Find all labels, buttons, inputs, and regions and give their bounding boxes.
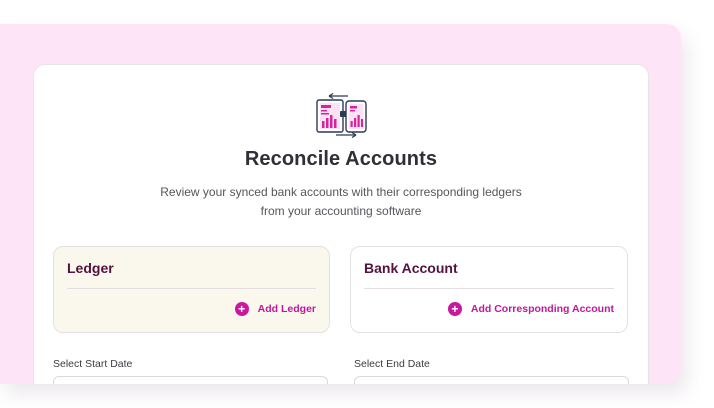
- reconcile-devices-icon: [316, 92, 367, 138]
- ledger-panel: Ledger + Add Ledger: [53, 246, 330, 333]
- add-ledger-button[interactable]: + Add Ledger: [234, 302, 316, 316]
- end-date-input[interactable]: [354, 376, 629, 384]
- subtitle-line: from your accounting software: [260, 204, 422, 218]
- plus-circle-icon: +: [447, 302, 462, 316]
- add-ledger-label: Add Ledger: [257, 303, 316, 315]
- modal-backdrop: Reconcile Accounts Review your synced ba…: [0, 24, 681, 384]
- plus-circle-icon: +: [234, 302, 249, 316]
- page-subtitle: Review your synced bank accounts with th…: [134, 183, 548, 221]
- divider: [67, 288, 316, 289]
- end-date-label: Select End Date: [354, 358, 430, 370]
- subtitle-line: Review your synced bank accounts with th…: [160, 185, 522, 199]
- reconcile-card: Reconcile Accounts Review your synced ba…: [33, 64, 649, 384]
- bank-account-title: Bank Account: [364, 260, 458, 276]
- start-date-label: Select Start Date: [53, 358, 133, 370]
- bank-account-panel: Bank Account + Add Corresponding Account: [350, 246, 628, 333]
- add-corresponding-account-button[interactable]: + Add Corresponding Account: [447, 302, 614, 316]
- add-corresponding-account-label: Add Corresponding Account: [470, 303, 614, 315]
- start-date-input[interactable]: [53, 376, 328, 384]
- divider: [364, 288, 614, 289]
- page-title: Reconcile Accounts: [244, 148, 438, 170]
- ledger-title: Ledger: [67, 260, 114, 276]
